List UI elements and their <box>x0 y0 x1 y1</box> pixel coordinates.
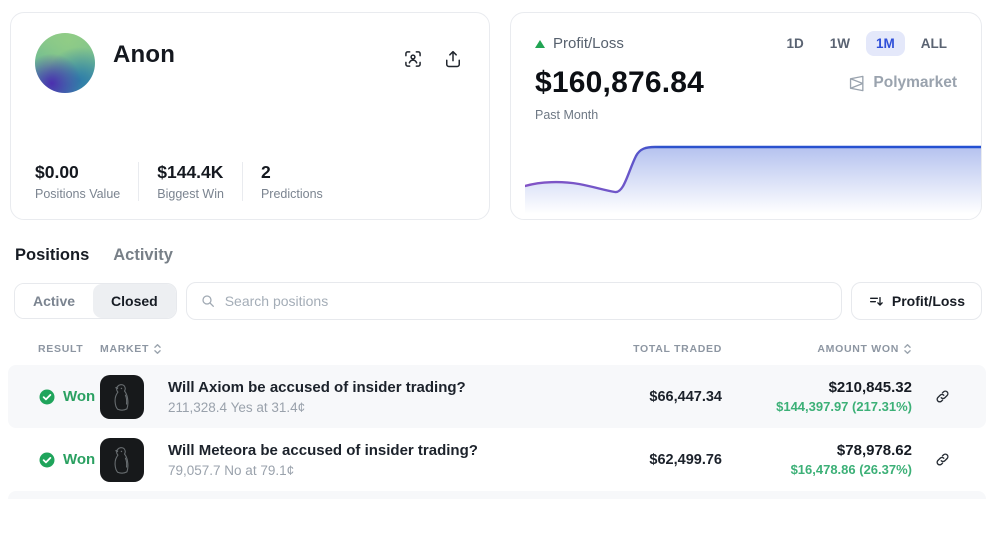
check-circle-icon <box>38 388 56 406</box>
market-position: 79,057.7 No at 79.1¢ <box>168 463 572 478</box>
tab-positions[interactable]: Positions <box>15 246 89 265</box>
amount-won-value: $210,845.32 <box>722 379 912 396</box>
amount-won-cell: $210,845.32 $144,397.97 (217.31%) <box>722 379 912 414</box>
column-result: RESULT <box>22 343 100 355</box>
market-title[interactable]: Will Meteora be accused of insider tradi… <box>168 442 572 459</box>
market-cell: Will Meteora be accused of insider tradi… <box>156 442 572 478</box>
column-market[interactable]: MARKET <box>100 343 572 355</box>
table-header: RESULT MARKET TOTAL TRADED AMOUNT WON <box>8 333 986 365</box>
sparkline-svg <box>525 139 981 214</box>
stat-positions-value: $0.00 Positions Value <box>35 162 138 201</box>
profile-header: Anon <box>35 33 465 93</box>
column-total-traded: TOTAL TRADED <box>572 343 722 355</box>
search-input[interactable] <box>225 293 828 309</box>
polymarket-brand: Polymarket <box>847 74 957 93</box>
section-tabs: Positions Activity <box>15 246 994 265</box>
toggle-closed[interactable]: Closed <box>93 284 176 318</box>
profit-value: $16,478.86 (26.37%) <box>722 462 912 477</box>
top-section: Anon $0. <box>0 0 994 220</box>
positions-table: RESULT MARKET TOTAL TRADED AMOUNT WON <box>0 333 994 499</box>
stat-label: Predictions <box>261 187 323 201</box>
market-cell: Will Axiom be accused of insider trading… <box>156 379 572 415</box>
check-circle-icon <box>38 451 56 469</box>
pnl-value-row: $160,876.84 Polymarket <box>535 66 957 100</box>
face-scan-icon[interactable] <box>403 49 423 69</box>
sort-arrows-icon <box>153 343 162 355</box>
pnl-value: $160,876.84 <box>535 66 704 100</box>
search-icon <box>200 293 216 309</box>
amount-won-cell: $78,978.62 $16,478.86 (26.37%) <box>722 442 912 477</box>
market-image <box>100 438 144 482</box>
column-amount-won[interactable]: AMOUNT WON <box>722 343 912 355</box>
result-label: Won <box>63 388 95 405</box>
profile-actions <box>403 49 463 69</box>
market-image <box>100 375 144 419</box>
stat-label: Biggest Win <box>157 187 224 201</box>
stat-value: $0.00 <box>35 162 120 183</box>
search-box <box>186 282 842 320</box>
stat-biggest-win: $144.4K Biggest Win <box>138 162 242 201</box>
status-toggle: Active Closed <box>14 283 177 319</box>
stat-predictions: 2 Predictions <box>242 162 341 201</box>
penguin-doodle-icon <box>102 440 142 480</box>
stat-value: $144.4K <box>157 162 224 183</box>
penguin-doodle-icon <box>102 377 142 417</box>
polymarket-logo-icon <box>847 74 866 93</box>
tab-activity[interactable]: Activity <box>113 246 173 265</box>
total-traded-value: $66,447.34 <box>572 389 722 405</box>
range-1d[interactable]: 1D <box>776 31 813 56</box>
pnl-header: Profit/Loss 1D 1W 1M ALL <box>535 31 957 56</box>
sort-button-label: Profit/Loss <box>892 293 965 309</box>
link-cell <box>912 451 972 468</box>
profile-page: Anon $0. <box>0 0 994 539</box>
brand-label: Polymarket <box>873 74 957 92</box>
table-row[interactable]: Won Will Axiom be accused of insider tra… <box>8 365 986 428</box>
table-row[interactable]: Won Will Meteora be accused of insider t… <box>8 428 986 491</box>
triangle-up-icon <box>535 40 545 48</box>
range-selector: 1D 1W 1M ALL <box>776 31 957 56</box>
link-cell <box>912 388 972 405</box>
profile-stats: $0.00 Positions Value $144.4K Biggest Wi… <box>35 162 465 201</box>
market-title[interactable]: Will Axiom be accused of insider trading… <box>168 379 572 396</box>
result-label: Won <box>63 451 95 468</box>
profit-value: $144,397.97 (217.31%) <box>722 399 912 414</box>
avatar <box>35 33 95 93</box>
result-cell: Won <box>22 451 100 469</box>
pnl-title: Profit/Loss <box>535 35 624 52</box>
next-row-peek <box>8 491 986 499</box>
pnl-card: Profit/Loss 1D 1W 1M ALL $160,876.84 Pol… <box>510 12 982 220</box>
pnl-sparkline-chart <box>525 139 981 214</box>
sort-arrows-icon <box>903 343 912 355</box>
link-icon[interactable] <box>934 451 951 468</box>
range-1m[interactable]: 1M <box>866 31 905 56</box>
sort-descending-icon <box>868 293 884 309</box>
total-traded-value: $62,499.76 <box>572 452 722 468</box>
profit-loss-sort-button[interactable]: Profit/Loss <box>851 282 982 320</box>
pnl-label: Profit/Loss <box>553 35 624 52</box>
result-cell: Won <box>22 388 100 406</box>
share-upload-icon[interactable] <box>443 49 463 69</box>
stat-value: 2 <box>261 162 323 183</box>
amount-won-value: $78,978.62 <box>722 442 912 459</box>
toggle-active[interactable]: Active <box>15 284 93 318</box>
profile-name: Anon <box>113 41 175 69</box>
range-all[interactable]: ALL <box>911 31 957 56</box>
pnl-period: Past Month <box>535 108 957 122</box>
market-position: 211,328.4 Yes at 31.4¢ <box>168 400 572 415</box>
filters-bar: Active Closed Profit/Loss <box>14 282 982 320</box>
stat-label: Positions Value <box>35 187 120 201</box>
range-1w[interactable]: 1W <box>820 31 860 56</box>
profile-card: Anon $0. <box>10 12 490 220</box>
link-icon[interactable] <box>934 388 951 405</box>
